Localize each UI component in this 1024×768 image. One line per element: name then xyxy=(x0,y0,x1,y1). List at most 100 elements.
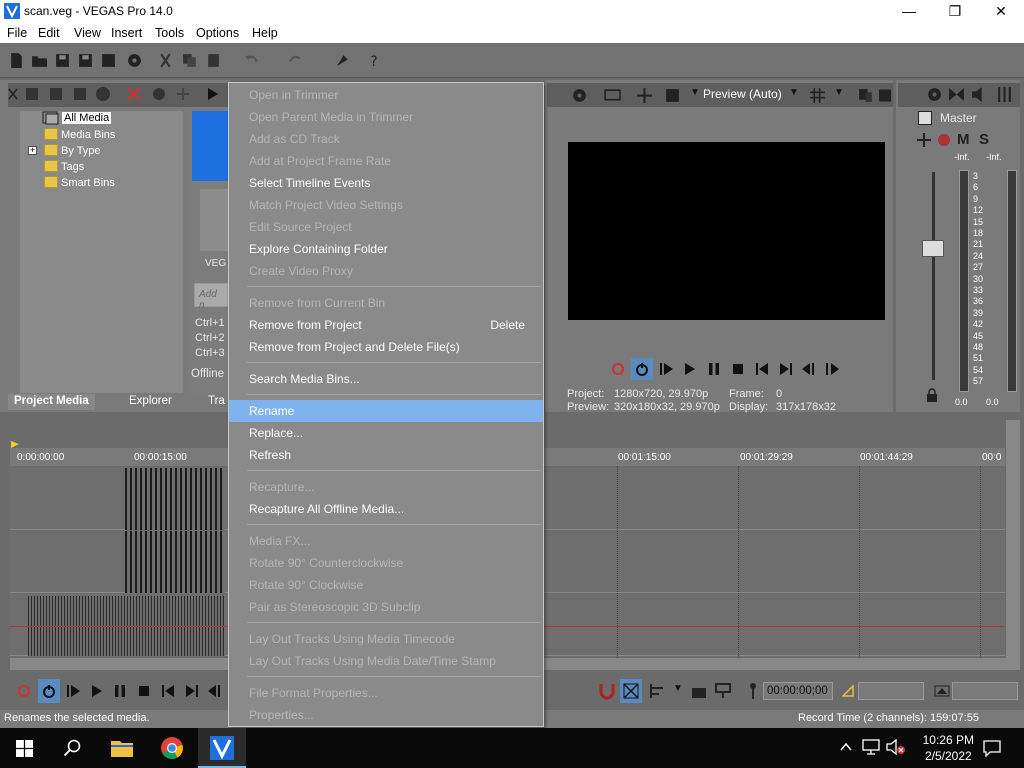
go-to-end-icon[interactable] xyxy=(185,684,199,698)
gear-icon[interactable] xyxy=(926,86,943,103)
overlays-icon[interactable] xyxy=(664,87,681,104)
undo-icon[interactable] xyxy=(243,52,260,69)
speaker-muted-icon[interactable] xyxy=(886,739,906,755)
record-icon[interactable] xyxy=(17,684,31,698)
chevron-up-icon[interactable] xyxy=(840,742,852,752)
tree-item-smart-bins[interactable]: Smart Bins xyxy=(44,176,115,190)
gear-icon[interactable] xyxy=(571,87,588,104)
master-checkbox[interactable] xyxy=(918,111,932,125)
maximize-button[interactable]: ❐ xyxy=(932,0,978,23)
save-snapshot-icon[interactable] xyxy=(878,87,892,104)
menu-item-explore-containing-folder[interactable]: Explore Containing Folder xyxy=(229,238,543,260)
selection-tool-icon[interactable] xyxy=(714,682,732,700)
timecode-display[interactable]: 00:00:00;00 xyxy=(763,682,833,700)
menu-item-recapture-all-offline-media[interactable]: Recapture All Offline Media... xyxy=(229,498,543,520)
menu-help[interactable]: Help xyxy=(252,26,278,40)
network-icon[interactable] xyxy=(862,739,880,755)
menu-item-refresh[interactable]: Refresh xyxy=(229,444,543,466)
copy-snapshot-icon[interactable] xyxy=(857,87,874,104)
redo-icon[interactable] xyxy=(287,52,304,69)
lock-envelopes-icon[interactable] xyxy=(690,682,708,700)
play-from-start-icon[interactable] xyxy=(659,362,675,376)
next-frame-icon[interactable] xyxy=(823,362,841,376)
go-to-end-icon[interactable] xyxy=(779,362,793,376)
windows-start-icon[interactable] xyxy=(16,740,33,757)
record-icon[interactable] xyxy=(611,362,625,376)
menu-view[interactable]: View xyxy=(74,26,101,40)
taskbar-clock[interactable]: 10:26 PM 2/5/2022 xyxy=(923,732,974,764)
stop-icon[interactable] xyxy=(731,362,745,376)
previous-frame-icon[interactable] xyxy=(801,362,819,376)
solo-button[interactable]: S xyxy=(979,131,989,148)
play-icon[interactable] xyxy=(206,86,220,102)
tree-item-all-media[interactable]: All Media xyxy=(62,112,112,126)
ripple-edit-icon[interactable] xyxy=(648,682,666,700)
vegas-taskbar-button[interactable] xyxy=(198,728,246,768)
pause-icon[interactable] xyxy=(113,684,127,698)
downmix-icon[interactable] xyxy=(948,86,965,103)
play-from-start-icon[interactable] xyxy=(66,684,82,698)
go-to-start-icon[interactable] xyxy=(755,362,769,376)
chrome-icon[interactable] xyxy=(160,736,184,760)
loop-playback-button[interactable] xyxy=(631,358,653,380)
menu-insert[interactable]: Insert xyxy=(111,26,142,40)
cut-icon[interactable] xyxy=(157,52,174,69)
split-screen-icon[interactable] xyxy=(636,87,653,104)
import-media-icon[interactable] xyxy=(24,86,40,102)
menu-item-remove-from-project[interactable]: Remove from Project Delete xyxy=(229,314,543,336)
edit-tool-icon[interactable] xyxy=(334,52,351,69)
stop-icon[interactable] xyxy=(137,684,151,698)
go-to-start-icon[interactable] xyxy=(161,684,175,698)
menu-item-remove-from-project-and-delete-file-s[interactable]: Remove from Project and Delete File(s) xyxy=(229,336,543,358)
media-thumbnail-selected[interactable] xyxy=(192,111,228,181)
search-input[interactable]: Add n xyxy=(194,283,228,311)
save-icon[interactable] xyxy=(54,52,71,69)
lock-icon[interactable] xyxy=(926,388,938,402)
tree-item-media-bins[interactable]: Media Bins xyxy=(44,128,115,142)
mute-button[interactable]: M xyxy=(957,131,970,148)
tree-item-by-type[interactable]: By Type xyxy=(44,144,101,158)
mixer-icon[interactable] xyxy=(996,86,1013,103)
gear-icon[interactable] xyxy=(936,132,952,148)
globe-icon[interactable] xyxy=(95,86,111,102)
vertical-scrollbar[interactable] xyxy=(1006,420,1020,670)
grid-icon[interactable] xyxy=(809,87,826,104)
menu-tools[interactable]: Tools xyxy=(155,26,184,40)
notifications-icon[interactable] xyxy=(983,739,1001,757)
chevron-down-icon[interactable]: ▼ xyxy=(673,683,683,694)
pause-icon[interactable] xyxy=(707,362,721,376)
remove-media-icon[interactable] xyxy=(126,86,142,102)
menu-edit[interactable]: Edit xyxy=(38,26,60,40)
menu-item-search-media-bins[interactable]: Search Media Bins... xyxy=(229,368,543,390)
chevron-down-icon[interactable]: ▼ xyxy=(789,87,799,98)
video-event[interactable] xyxy=(125,531,225,593)
chevron-down-icon[interactable]: ▼ xyxy=(690,87,700,98)
capture-icon[interactable] xyxy=(48,86,64,102)
media-thumbnail[interactable] xyxy=(200,189,228,251)
help-icon[interactable]: ? xyxy=(367,52,384,69)
speaker-icon[interactable] xyxy=(971,86,988,103)
loop-playback-button[interactable] xyxy=(38,679,60,703)
preview-quality-select[interactable]: Preview (Auto) xyxy=(703,87,782,101)
minimize-button[interactable]: — xyxy=(886,0,932,23)
close-button[interactable]: ✕ xyxy=(978,0,1024,23)
open-icon[interactable] xyxy=(31,52,48,69)
master-fader-handle[interactable] xyxy=(922,240,944,257)
search-icon[interactable] xyxy=(63,739,81,757)
menu-item-replace[interactable]: Replace... xyxy=(229,422,543,444)
event-length-display[interactable] xyxy=(952,682,1018,700)
tab-explorer[interactable]: Explorer xyxy=(123,394,178,410)
external-monitor-icon[interactable] xyxy=(604,87,621,104)
snap-icon[interactable] xyxy=(175,86,191,102)
play-icon[interactable] xyxy=(90,684,104,698)
media-fx-icon[interactable] xyxy=(151,86,167,102)
chevron-down-icon[interactable]: ▼ xyxy=(834,87,844,98)
tab-transitions[interactable]: Tra xyxy=(202,394,231,410)
tab-project-media[interactable]: Project Media xyxy=(8,394,95,410)
expand-by-type-icon[interactable]: + xyxy=(28,146,37,155)
snapping-icon[interactable] xyxy=(598,682,616,700)
menu-options[interactable]: Options xyxy=(196,26,239,40)
get-media-icon[interactable] xyxy=(72,86,88,102)
bus-fx-icon[interactable] xyxy=(916,132,932,148)
auto-crossfade-button[interactable] xyxy=(620,679,642,703)
